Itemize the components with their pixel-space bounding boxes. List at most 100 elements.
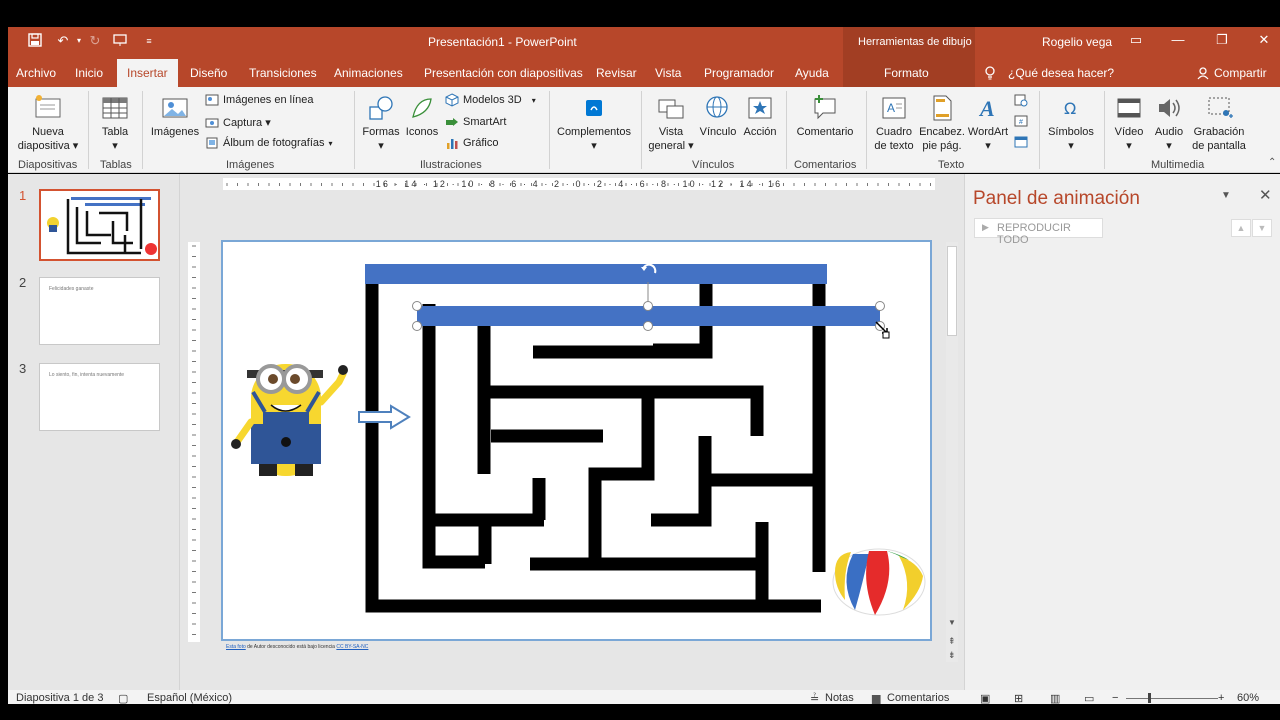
redo-icon[interactable]: ↻	[86, 33, 104, 49]
screen-recording-label-1: Grabación	[1193, 126, 1245, 138]
slide-thumbnail-2[interactable]: Felicidades ganaste	[39, 277, 160, 345]
shapes-button[interactable]: Formas ▾	[360, 93, 402, 153]
comments-button[interactable]: Comentarios	[887, 692, 949, 704]
minimize-icon[interactable]: —	[1168, 32, 1188, 47]
tab-diseno[interactable]: Diseño	[190, 66, 227, 80]
header-footer-button[interactable]: Encabez. pie pág.	[918, 93, 966, 153]
zoom-slider-thumb[interactable]	[1148, 693, 1151, 703]
header-footer-label-1: Encabez.	[919, 126, 965, 138]
share-person-icon[interactable]	[1196, 66, 1210, 83]
previous-slide-icon[interactable]: ⇞	[948, 636, 956, 647]
online-pictures-button[interactable]: Imágenes en línea	[205, 93, 314, 107]
tab-ayuda[interactable]: Ayuda	[795, 66, 829, 80]
add-ins-button[interactable]: Complementos ▾	[553, 93, 635, 153]
tab-formato[interactable]: Formato	[884, 66, 929, 80]
close-pane-icon[interactable]: ✕	[1259, 186, 1272, 204]
3d-models-button[interactable]: Modelos 3D ▾	[445, 93, 536, 107]
group-separator	[549, 91, 550, 169]
save-icon[interactable]	[26, 33, 44, 49]
zoom-slider[interactable]	[1126, 698, 1218, 699]
start-from-beginning-icon[interactable]	[112, 33, 130, 49]
table-button[interactable]: Tabla ▾	[94, 93, 136, 153]
slide-canvas[interactable]	[221, 240, 932, 641]
tell-me-input[interactable]: ¿Qué desea hacer?	[1008, 66, 1114, 80]
credit-license-link[interactable]: CC BY-SA-NC	[336, 644, 368, 650]
beach-ball-image[interactable]	[832, 548, 926, 616]
normal-view-icon[interactable]: ▣	[980, 692, 990, 704]
thumbnail-maze-preview	[47, 197, 157, 255]
slide-number-icon[interactable]: #	[1014, 114, 1028, 128]
slide-thumbnail-1[interactable]	[39, 189, 160, 261]
user-name[interactable]: Rogelio vega	[1042, 35, 1112, 49]
move-down-icon[interactable]: ▼	[1252, 219, 1272, 237]
customize-toolbar-icon[interactable]: ≡	[140, 33, 158, 49]
icons-button[interactable]: Iconos	[402, 93, 442, 139]
zoom-button[interactable]: Vista general ▾	[645, 93, 697, 153]
close-icon[interactable]: ✕	[1254, 32, 1274, 48]
new-slide-button[interactable]: Nueva diapositiva ▾	[16, 93, 80, 153]
vertical-scrollbar[interactable]: ▼ ⇞ ⇟	[946, 242, 958, 662]
tab-programador[interactable]: Programador	[704, 66, 774, 80]
group-separator	[641, 91, 642, 169]
slide-thumbnail-3[interactable]: Lo siento, fin, intenta nuevamente	[39, 363, 160, 431]
ribbon-tabs: Archivo Inicio Insertar Diseño Transicio…	[8, 56, 1280, 87]
comment-button[interactable]: Comentario	[790, 93, 860, 139]
scroll-down-icon[interactable]: ▼	[948, 618, 956, 627]
notes-icon[interactable]: ≟	[810, 692, 819, 704]
reading-view-icon[interactable]: ▥	[1050, 692, 1060, 704]
tab-revisar[interactable]: Revisar	[596, 66, 637, 80]
slide-sorter-icon[interactable]: ⊞	[1014, 692, 1023, 704]
maze-top-bar[interactable]	[365, 264, 827, 284]
ribbon-display-options-icon[interactable]: ▭	[1126, 32, 1146, 48]
comment-icon	[814, 95, 836, 120]
language-indicator[interactable]: Español (México)	[147, 692, 232, 704]
group-separator	[1104, 91, 1105, 169]
screen-recording-button[interactable]: Grabación de pantalla	[1188, 93, 1250, 153]
object-icon[interactable]	[1014, 135, 1028, 149]
screenshot-button[interactable]: Captura ▾	[205, 115, 271, 129]
slideshow-view-icon[interactable]: ▭	[1084, 692, 1094, 704]
symbols-button[interactable]: Ω Símbolos ▾	[1042, 93, 1100, 153]
next-slide-icon[interactable]: ⇟	[948, 650, 956, 661]
tab-insertar[interactable]: Insertar	[117, 59, 178, 87]
tab-transiciones[interactable]: Transiciones	[249, 66, 317, 80]
minion-image[interactable]	[231, 364, 348, 476]
scroll-thumb[interactable]	[947, 246, 957, 336]
zoom-out-icon[interactable]: −	[1112, 692, 1118, 704]
comments-icon[interactable]: ▆	[872, 692, 880, 704]
date-time-icon[interactable]	[1014, 93, 1028, 107]
spellcheck-icon[interactable]: ▢	[118, 692, 128, 704]
pictures-button[interactable]: Imágenes	[148, 93, 202, 139]
photo-album-button[interactable]: Álbum de fotografías ▾	[205, 136, 333, 150]
zoom-in-icon[interactable]: +	[1218, 692, 1224, 704]
notes-button[interactable]: Notas	[825, 692, 854, 704]
audio-button[interactable]: Audio ▾	[1150, 93, 1188, 153]
video-button[interactable]: Vídeo ▾	[1108, 93, 1150, 153]
credit-photo-link[interactable]: Esta foto	[226, 644, 246, 650]
audio-label: Audio	[1154, 126, 1184, 138]
tab-archivo[interactable]: Archivo	[16, 66, 56, 80]
group-label-ilustraciones: Ilustraciones	[420, 159, 482, 171]
text-box-button[interactable]: A Cuadro de texto	[870, 93, 918, 153]
tab-vista[interactable]: Vista	[655, 66, 681, 80]
pane-options-dropdown-icon[interactable]: ▼	[1221, 190, 1231, 201]
zoom-level[interactable]: 60%	[1237, 692, 1259, 704]
tab-presentacion[interactable]: Presentación con diapositivas	[424, 66, 583, 80]
collapse-ribbon-icon[interactable]: ⌃	[1268, 157, 1276, 168]
smartart-button[interactable]: SmartArt	[445, 115, 506, 129]
wordart-button[interactable]: A WordArt ▾	[966, 93, 1010, 153]
tab-animaciones[interactable]: Animaciones	[334, 66, 403, 80]
link-label: Vínculo	[699, 126, 737, 138]
chart-button[interactable]: Gráfico	[445, 136, 498, 150]
tab-inicio[interactable]: Inicio	[75, 66, 103, 80]
maze-graphic[interactable]	[223, 242, 930, 639]
lightbulb-icon[interactable]	[984, 66, 996, 83]
action-button[interactable]: Acción	[739, 93, 781, 139]
move-up-icon[interactable]: ▲	[1231, 219, 1251, 237]
share-button[interactable]: Compartir	[1214, 66, 1267, 80]
play-all-button[interactable]: REPRODUCIR TODO	[974, 218, 1103, 246]
workspace: 1 2 Felicidades ganaste 3 Lo siento, fin…	[8, 174, 1280, 690]
link-button[interactable]: Vínculo	[697, 93, 739, 139]
maximize-icon[interactable]: ❐	[1212, 32, 1232, 48]
wordart-icon: A	[978, 96, 995, 121]
